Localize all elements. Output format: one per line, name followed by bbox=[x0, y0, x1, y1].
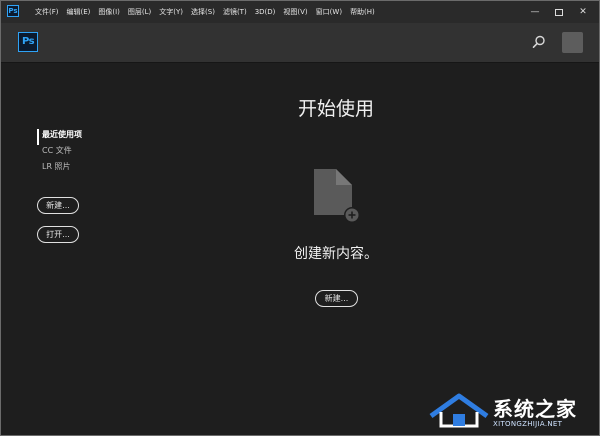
menu-help[interactable]: 帮助(H) bbox=[350, 7, 375, 17]
app-icon[interactable]: Ps bbox=[7, 5, 19, 17]
profile-icon[interactable] bbox=[562, 32, 583, 53]
menu-filter[interactable]: 滤镜(T) bbox=[223, 7, 247, 17]
maximize-button[interactable] bbox=[547, 1, 571, 23]
menu-image[interactable]: 图像(I) bbox=[98, 7, 120, 17]
menu-view[interactable]: 视图(V) bbox=[283, 7, 307, 17]
page-title: 开始使用 bbox=[297, 98, 374, 120]
watermark-url: XITONGZHIJIA.NET bbox=[493, 420, 563, 428]
close-button[interactable]: ✕ bbox=[571, 1, 595, 23]
sidebar: 最近使用项 CC 文件 LR 照片 bbox=[37, 129, 82, 177]
search-icon[interactable] bbox=[532, 35, 546, 49]
new-button-main[interactable]: 新建... bbox=[315, 290, 358, 307]
photoshop-logo: Ps bbox=[18, 32, 38, 52]
watermark-text: 系统之家 bbox=[493, 397, 577, 421]
menu-type[interactable]: 文字(Y) bbox=[159, 7, 183, 17]
open-button[interactable]: 打开... bbox=[37, 226, 79, 243]
menu-select[interactable]: 选择(S) bbox=[191, 7, 215, 17]
menu-edit[interactable]: 编辑(E) bbox=[67, 7, 91, 17]
sidebar-item-lr-photos[interactable]: LR 照片 bbox=[37, 161, 82, 177]
sidebar-item-recent[interactable]: 最近使用项 bbox=[37, 129, 82, 145]
menu-file[interactable]: 文件(F) bbox=[35, 7, 59, 17]
menu-bar: Ps 文件(F) 编辑(E) 图像(I) 图层(L) 文字(Y) 选择(S) 滤… bbox=[1, 1, 599, 24]
close-icon: ✕ bbox=[579, 7, 587, 17]
menu-layer[interactable]: 图层(L) bbox=[128, 7, 151, 17]
new-button-sidebar[interactable]: 新建... bbox=[37, 197, 79, 214]
create-new-text: 创建新内容。 bbox=[294, 246, 378, 262]
menu-list: 文件(F) 编辑(E) 图像(I) 图层(L) 文字(Y) 选择(S) 滤镜(T… bbox=[35, 1, 383, 23]
menu-3d[interactable]: 3D(D) bbox=[255, 8, 276, 16]
maximize-icon bbox=[555, 8, 563, 16]
new-document-icon bbox=[314, 169, 360, 223]
minimize-icon: — bbox=[530, 7, 540, 17]
minimize-button[interactable]: — bbox=[523, 1, 547, 23]
app-window: Ps 文件(F) 编辑(E) 图像(I) 图层(L) 文字(Y) 选择(S) 滤… bbox=[0, 0, 600, 436]
sidebar-item-cc-files[interactable]: CC 文件 bbox=[37, 145, 82, 161]
menu-window[interactable]: 窗口(W) bbox=[316, 7, 342, 17]
app-header: Ps bbox=[1, 23, 599, 63]
